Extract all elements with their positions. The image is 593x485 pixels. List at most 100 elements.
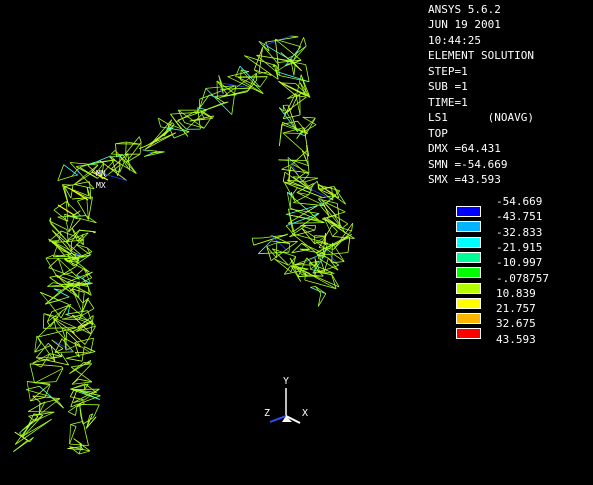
mesh-element-edge <box>26 381 31 401</box>
contour-band-swatch <box>456 251 481 263</box>
max-marker-label: MX <box>96 181 106 190</box>
mesh-element-edge <box>319 189 334 201</box>
extreme-markers: MN MX <box>96 169 106 190</box>
mesh-element-edge <box>275 38 301 48</box>
mesh-element-edge <box>314 225 317 231</box>
mesh-element-edge <box>294 64 302 72</box>
contour-level-label: 10.839 <box>496 286 536 300</box>
x-axis-label: X <box>302 408 309 419</box>
mesh-element-edge <box>279 75 310 83</box>
mesh-element-edge <box>70 185 74 199</box>
contour-band-swatch <box>456 328 481 340</box>
mesh-element-edge <box>304 177 319 183</box>
mesh-element-edge <box>284 182 295 202</box>
mesh-element-edge <box>259 76 268 88</box>
mesh-element-edge <box>42 313 45 329</box>
plot-time: 10:44:25 <box>428 34 481 47</box>
mesh-element-edge <box>274 258 292 273</box>
plot-type: ELEMENT SOLUTION <box>428 49 534 62</box>
mesh-element-edge <box>93 404 100 418</box>
mesh-element-edge <box>124 136 140 155</box>
mesh-element-edge <box>79 404 84 425</box>
mesh-element-edge <box>279 122 283 147</box>
contour-level-label: -43.751 <box>496 210 543 224</box>
mesh-element-edge <box>304 279 337 290</box>
mesh-element-edge <box>45 254 54 259</box>
mesh-element-edge <box>75 406 78 416</box>
mesh-element-edge <box>296 133 301 140</box>
mesh-element-edge <box>32 395 61 399</box>
contour-level-label: -.078757 <box>496 271 549 285</box>
mesh-element-edge <box>74 352 91 354</box>
mesh-element-edge <box>72 216 97 224</box>
mesh-element-edge <box>69 362 84 374</box>
mesh-element-edge <box>53 209 69 222</box>
mesh-element-edge <box>216 80 237 96</box>
mesh-element-edge <box>36 356 62 359</box>
mesh-element-edge <box>332 231 338 237</box>
mesh-element-edge <box>68 215 76 233</box>
mesh-element-edge <box>57 164 65 181</box>
model-view-canvas[interactable]: MN MX <box>0 0 430 485</box>
contour-level-label: -32.833 <box>496 225 543 239</box>
mesh-element-edge <box>70 383 86 390</box>
mesh-element-edge <box>184 122 205 129</box>
mesh-element-edge <box>171 122 175 125</box>
contour-level-label: 43.593 <box>496 332 536 346</box>
z-axis-label: Z <box>264 408 271 419</box>
mesh-element-edge <box>34 367 64 384</box>
y-axis-label: Y <box>283 376 290 387</box>
mesh-element-edge <box>61 366 64 369</box>
max-displacement: DMX =64.431 <box>428 142 501 155</box>
mesh-element-edge <box>61 338 74 353</box>
mesh-element-edge <box>235 65 241 78</box>
mesh-element-edge <box>329 215 337 217</box>
mesh-element-edge <box>341 223 349 229</box>
triad-axes <box>269 388 301 424</box>
contour-band-swatch <box>456 267 481 279</box>
mesh-element-edge <box>77 200 89 220</box>
mesh-element-edge <box>293 64 296 76</box>
contour-band-swatch <box>456 236 481 248</box>
mesh-element-edge <box>65 331 67 351</box>
mesh-element-edge <box>76 268 85 276</box>
mesh-element-edge <box>287 205 318 224</box>
mesh-element-edge <box>54 351 74 353</box>
mesh-element-edge <box>66 357 83 362</box>
min-marker-label: MN <box>96 169 106 178</box>
mesh-element-edge <box>74 337 94 343</box>
mesh-element-edge <box>316 236 350 253</box>
mesh-element-edge <box>145 127 174 150</box>
software-version: ANSYS 5.6.2 <box>428 3 501 16</box>
mesh-element-edge <box>287 104 298 132</box>
mesh-element-edge <box>125 141 142 163</box>
mesh-element-edge <box>28 411 55 413</box>
mesh-element-edge <box>69 389 75 397</box>
mesh-element-edge <box>68 411 76 416</box>
min-value: SMN =-54.669 <box>428 158 508 171</box>
results-legend: ANSYS 5.6.2 JUN 19 2001 10:44:25 ELEMENT… <box>428 0 593 485</box>
mesh-element-edge <box>84 346 96 352</box>
mesh-element-edge <box>275 39 302 61</box>
mesh-element-edge <box>28 415 36 422</box>
mesh-element-edge <box>347 237 351 253</box>
mesh-element-edge <box>32 362 42 368</box>
contour-band-swatch <box>456 313 481 325</box>
mesh-element-edge <box>305 64 310 82</box>
mesh-element-edge <box>332 242 345 262</box>
substep-value: SUB =1 <box>428 80 468 93</box>
mesh-element-edge <box>251 238 254 246</box>
contour-level-label: 21.757 <box>496 302 536 316</box>
mesh-element-edge <box>309 263 311 270</box>
max-value: SMX =43.593 <box>428 173 501 186</box>
mesh-element-edge <box>138 136 142 143</box>
mesh-element-edge <box>334 215 349 225</box>
mesh-element-edge <box>303 37 307 47</box>
mesh-element-edge <box>87 298 95 309</box>
mesh-element-edge <box>293 194 310 203</box>
plot-date: JUN 19 2001 <box>428 18 501 31</box>
mesh-element-edge <box>145 132 176 150</box>
mesh-element-edge <box>43 327 77 329</box>
mesh-element-edge <box>69 443 89 446</box>
mesh-element-edge <box>220 87 252 90</box>
